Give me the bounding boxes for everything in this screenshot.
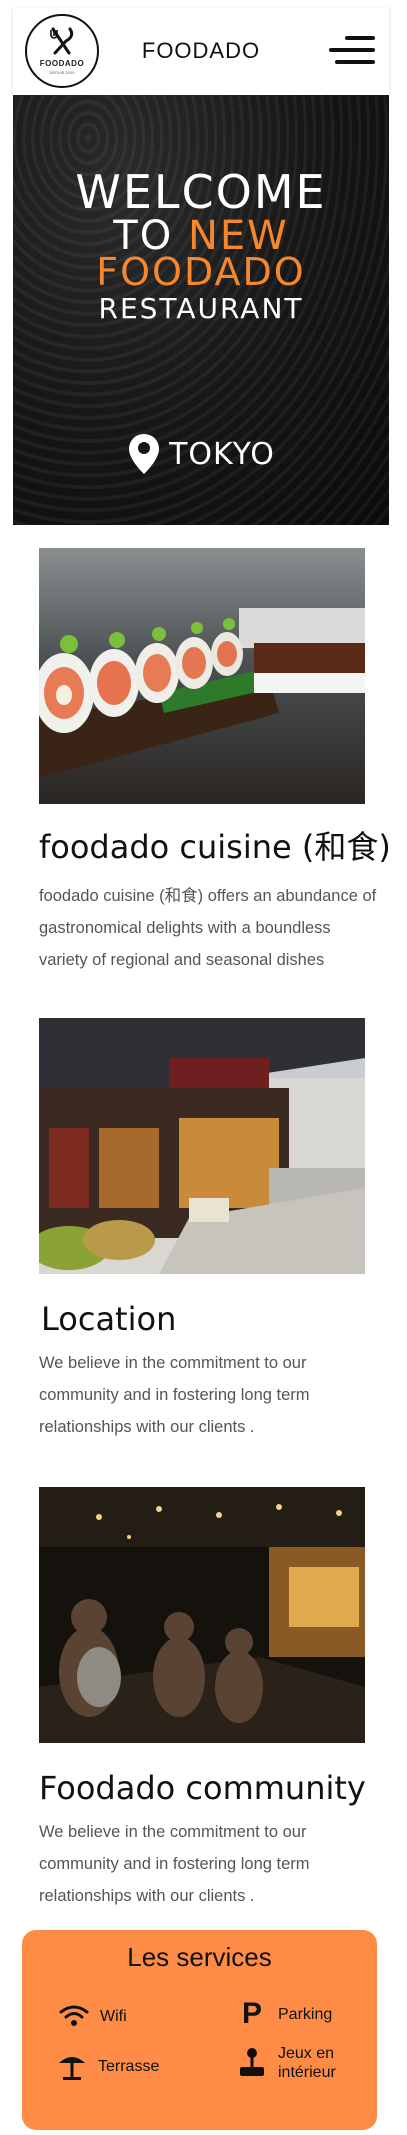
menu-button[interactable] — [329, 34, 375, 68]
map-pin-icon — [129, 434, 160, 474]
hero-welcome: WELCOME — [75, 165, 327, 219]
card-text-community: We believe in the commitment to our comm… — [39, 1823, 310, 1905]
umbrella-icon — [56, 2050, 88, 2082]
site-header: FOODADO DEPUIS 2019 FOODADO — [13, 8, 389, 95]
services-panel: Les services Wifi P Parking Terrasse Jeu… — [22, 1930, 377, 2130]
service-jeux[interactable]: Jeux en intérieur — [236, 2044, 348, 2082]
service-parking[interactable]: P Parking — [236, 1997, 333, 2030]
hero-restaurant: RESTAURANT — [98, 292, 304, 325]
service-jeux-label: Jeux en intérieur — [278, 2045, 336, 2081]
restaurant-interior-image — [39, 1487, 365, 1743]
wifi-icon — [58, 2000, 90, 2032]
sushi-image — [39, 548, 365, 804]
hero-banner: WELCOME TO NEW FOODADO RESTAURANT TOKYO — [13, 95, 389, 525]
card-title-cuisine: foodado cuisine (和食) — [39, 828, 391, 866]
card-title-community: Foodado community — [39, 1769, 366, 1807]
hero-foodado: FOODADO — [96, 250, 306, 294]
street-storefront-image — [39, 1018, 365, 1274]
hero-location[interactable]: TOKYO — [13, 433, 389, 475]
service-parking-label: Parking — [278, 2005, 333, 2023]
card-title-location: Location — [41, 1300, 177, 1338]
service-terrasse-label: Terrasse — [98, 2057, 160, 2075]
service-terrasse[interactable]: Terrasse — [56, 2050, 159, 2082]
hero-location-text: TOKYO — [169, 436, 275, 472]
card-text-cuisine: foodado cuisine (和食) offers an abundance… — [39, 887, 377, 969]
joystick-icon — [236, 2047, 268, 2079]
card-text-location: We believe in the commitment to our comm… — [39, 1354, 310, 1436]
services-title: Les services — [127, 1942, 272, 1972]
logo-tagline: DEPUIS 2019 — [49, 70, 75, 75]
parking-icon: P — [241, 1997, 262, 2030]
service-wifi-label: Wifi — [100, 2007, 127, 2025]
service-wifi[interactable]: Wifi — [58, 2000, 127, 2032]
